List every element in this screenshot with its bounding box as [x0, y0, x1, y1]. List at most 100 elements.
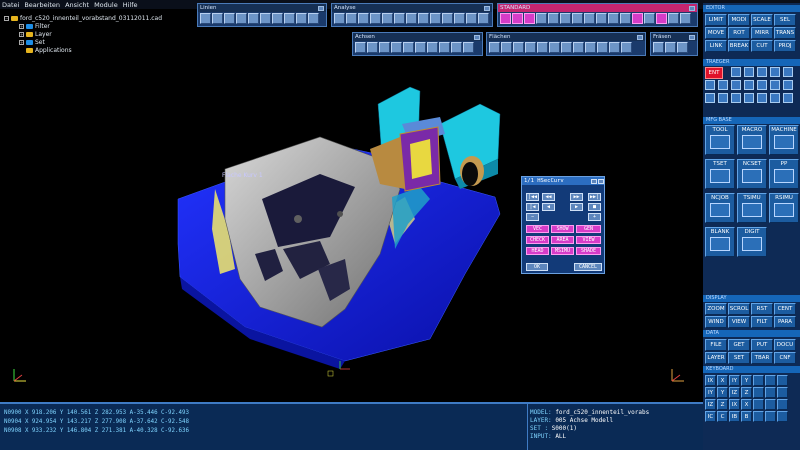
key-c[interactable]: C: [717, 411, 728, 422]
key-y[interactable]: Y: [741, 375, 752, 386]
display-button-scrol[interactable]: SCROL: [728, 303, 750, 315]
tool-icon[interactable]: [680, 13, 691, 24]
tool-icon[interactable]: [513, 42, 524, 53]
tool-icon[interactable]: [430, 13, 441, 24]
menu-ansicht[interactable]: Ansicht: [65, 1, 89, 9]
traeger-icon[interactable]: [757, 93, 767, 103]
tool-icon[interactable]: [644, 13, 655, 24]
traeger-icon[interactable]: [705, 80, 715, 90]
close-icon[interactable]: [318, 5, 324, 11]
key-iy[interactable]: IY: [705, 387, 716, 398]
tool-icon[interactable]: [403, 42, 414, 53]
key-b[interactable]: B: [741, 411, 752, 422]
editor-button-mirr[interactable]: MIRR: [751, 27, 773, 39]
tool-icon[interactable]: [524, 13, 535, 24]
tool-icon[interactable]: [620, 13, 631, 24]
editor-button-modi[interactable]: MODI: [728, 14, 750, 26]
key-icon[interactable]: [765, 411, 776, 422]
plus-icon[interactable]: +: [588, 213, 601, 221]
menu-hilfe[interactable]: Hilfe: [123, 1, 138, 9]
key-icon[interactable]: [777, 387, 788, 398]
msimu-button[interactable]: MSIMU: [551, 247, 574, 255]
tool-icon[interactable]: [560, 13, 571, 24]
traeger-icon[interactable]: [731, 67, 741, 77]
tool-icon[interactable]: [573, 42, 584, 53]
key-icon[interactable]: [765, 375, 776, 386]
traeger-icon[interactable]: [705, 93, 715, 103]
tool-icon[interactable]: [478, 13, 489, 24]
tool-icon[interactable]: [391, 42, 402, 53]
mfg-button-pp[interactable]: PP: [769, 159, 799, 189]
show-button[interactable]: SHOW: [551, 225, 574, 233]
key-x[interactable]: X: [717, 375, 728, 386]
tool-icon[interactable]: [406, 13, 417, 24]
traeger-icon[interactable]: [783, 80, 793, 90]
tool-icon[interactable]: [597, 42, 608, 53]
rewind-icon[interactable]: ◀◀: [542, 193, 555, 201]
tool-icon[interactable]: [536, 13, 547, 24]
traeger-icon[interactable]: [783, 67, 793, 77]
key-ix[interactable]: IX: [729, 399, 740, 410]
key-y[interactable]: Y: [717, 387, 728, 398]
tool-icon[interactable]: [439, 42, 450, 53]
display-button-rst[interactable]: RST: [751, 303, 773, 315]
data-button-tbar[interactable]: TBAR: [751, 352, 773, 364]
minus-icon[interactable]: −: [526, 213, 539, 221]
key-icon[interactable]: [777, 399, 788, 410]
tree-item-applications[interactable]: Applications: [4, 46, 162, 54]
mfg-button-tsimu[interactable]: TSIMU: [737, 193, 767, 223]
menu-module[interactable]: Module: [94, 1, 118, 9]
traeger-icon[interactable]: [757, 67, 767, 77]
tool-icon[interactable]: [572, 13, 583, 24]
key-icon[interactable]: [753, 399, 764, 410]
tool-icon[interactable]: [454, 13, 465, 24]
editor-button-trans[interactable]: TRANS: [774, 27, 796, 39]
tool-icon[interactable]: [284, 13, 295, 24]
key-icon[interactable]: [777, 411, 788, 422]
tool-icon[interactable]: [584, 13, 595, 24]
tool-icon[interactable]: [308, 13, 319, 24]
editor-button-move[interactable]: MOVE: [705, 27, 727, 39]
tool-icon[interactable]: [549, 42, 560, 53]
tool-icon[interactable]: [632, 13, 643, 24]
tool-icon[interactable]: [248, 13, 259, 24]
traeger-icon[interactable]: [783, 93, 793, 103]
editor-button-sel[interactable]: SEL: [774, 14, 796, 26]
tool-icon[interactable]: [653, 42, 664, 53]
close-icon[interactable]: [637, 34, 643, 40]
tool-icon[interactable]: [665, 42, 676, 53]
mfg-button-ncset[interactable]: NCSET: [737, 159, 767, 189]
tool-icon[interactable]: [394, 13, 405, 24]
mfg-button-digit[interactable]: DIGIT: [737, 227, 767, 257]
key-ix[interactable]: IX: [705, 375, 716, 386]
head-button[interactable]: HEAD: [526, 247, 549, 255]
key-icon[interactable]: [753, 375, 764, 386]
tree-item-layer[interactable]: + Layer: [4, 30, 162, 38]
mfg-button-ncjob[interactable]: NCJOB: [705, 193, 735, 223]
mfg-button-macro[interactable]: MACRO: [737, 125, 767, 155]
traeger-icon[interactable]: [718, 93, 728, 103]
traeger-icon[interactable]: [731, 80, 741, 90]
key-iz[interactable]: IZ: [705, 399, 716, 410]
editor-button-scale[interactable]: SCALE: [751, 14, 773, 26]
key-x[interactable]: X: [741, 399, 752, 410]
minimize-icon[interactable]: [591, 178, 597, 184]
last-icon[interactable]: ▶▶|: [588, 193, 601, 201]
editor-button-rot[interactable]: ROT: [728, 27, 750, 39]
tool-icon[interactable]: [260, 13, 271, 24]
tool-icon[interactable]: [512, 13, 523, 24]
tool-icon[interactable]: [548, 13, 559, 24]
traeger-icon[interactable]: [744, 80, 754, 90]
data-button-put[interactable]: PUT: [751, 339, 773, 351]
tool-icon[interactable]: [608, 13, 619, 24]
traeger-icon[interactable]: [770, 80, 780, 90]
display-button-filt[interactable]: FILT: [751, 316, 773, 328]
key-icon[interactable]: [765, 399, 776, 410]
ok-button[interactable]: OK: [526, 263, 548, 271]
tool-icon[interactable]: [427, 42, 438, 53]
tree-item-set[interactable]: + Set: [4, 38, 162, 46]
data-button-file[interactable]: FILE: [705, 339, 727, 351]
tool-icon[interactable]: [296, 13, 307, 24]
first-icon[interactable]: |◀◀: [526, 193, 539, 201]
data-button-set[interactable]: SET: [728, 352, 750, 364]
